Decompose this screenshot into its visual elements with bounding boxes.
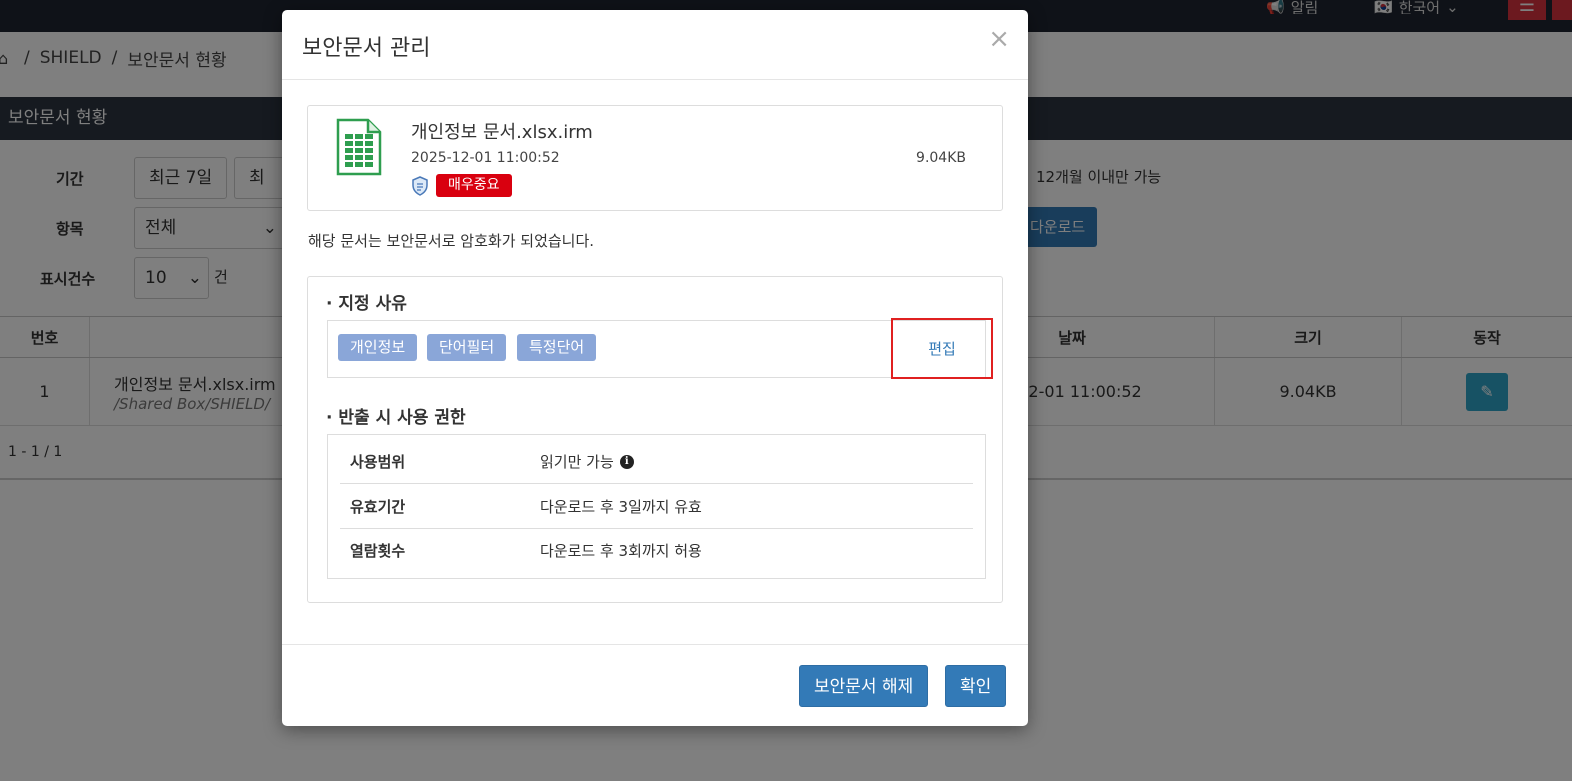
close-icon[interactable]: × xyxy=(988,24,1010,54)
confirm-button[interactable]: 확인 xyxy=(945,665,1007,707)
permission-value: 읽기만 가능 xyxy=(540,453,614,471)
reason-tag: 단어필터 xyxy=(427,334,507,361)
modal-header: 보안문서 관리 × xyxy=(282,10,1028,80)
permission-value-wrapper: 읽기만 가능 i xyxy=(540,440,634,484)
permission-row: 유효기간 다운로드 후 3일까지 유효 xyxy=(340,485,973,529)
reason-label: · 지정 사유 xyxy=(326,294,407,314)
permission-key: 열람횟수 xyxy=(350,542,406,560)
permission-key: 사용범위 xyxy=(350,453,406,471)
info-panel: · 지정 사유 개인정보 단어필터 특정단어 편집 · 반출 시 사용 권한 사… xyxy=(307,276,1003,603)
permission-row: 사용범위 읽기만 가능 i xyxy=(340,440,973,484)
file-date: 2025-12-01 11:00:52 xyxy=(411,150,560,166)
file-size: 9.04KB xyxy=(916,150,966,166)
modal-title: 보안문서 관리 xyxy=(302,36,431,61)
release-secure-button[interactable]: 보안문서 해제 xyxy=(799,665,929,707)
excel-file-icon xyxy=(336,118,382,176)
permission-key: 유효기간 xyxy=(350,498,406,516)
edit-reason-button[interactable]: 편집 xyxy=(891,318,993,379)
reason-box: 개인정보 단어필터 특정단어 편집 xyxy=(327,318,993,379)
permission-table: 사용범위 읽기만 가능 i 유효기간 다운로드 후 3일까지 유효 열람횟수 다… xyxy=(327,434,986,579)
file-card: 개인정보 문서.xlsx.irm 2025-12-01 11:00:52 9.0… xyxy=(307,105,1003,211)
info-icon[interactable]: i xyxy=(619,455,634,469)
modal-footer: 보안문서 해제 확인 xyxy=(282,644,1028,726)
file-name: 개인정보 문서.xlsx.irm xyxy=(411,122,593,143)
reason-tag: 특정단어 xyxy=(517,334,597,361)
shield-icon xyxy=(412,176,428,196)
permission-row: 열람횟수 다운로드 후 3회까지 허용 xyxy=(340,529,973,573)
security-level-badge: 매우중요 xyxy=(436,174,512,197)
permission-value: 다운로드 후 3회까지 허용 xyxy=(540,542,702,560)
encrypt-message: 해당 문서는 보안문서로 암호화가 되었습니다. xyxy=(308,232,595,250)
reason-tag: 개인정보 xyxy=(338,334,418,361)
permission-label: · 반출 시 사용 권한 xyxy=(326,408,466,428)
secure-document-modal: 보안문서 관리 × 개인정보 문서.xlsx.irm 2025-12-01 11… xyxy=(282,10,1028,726)
permission-value: 다운로드 후 3일까지 유효 xyxy=(540,498,702,516)
